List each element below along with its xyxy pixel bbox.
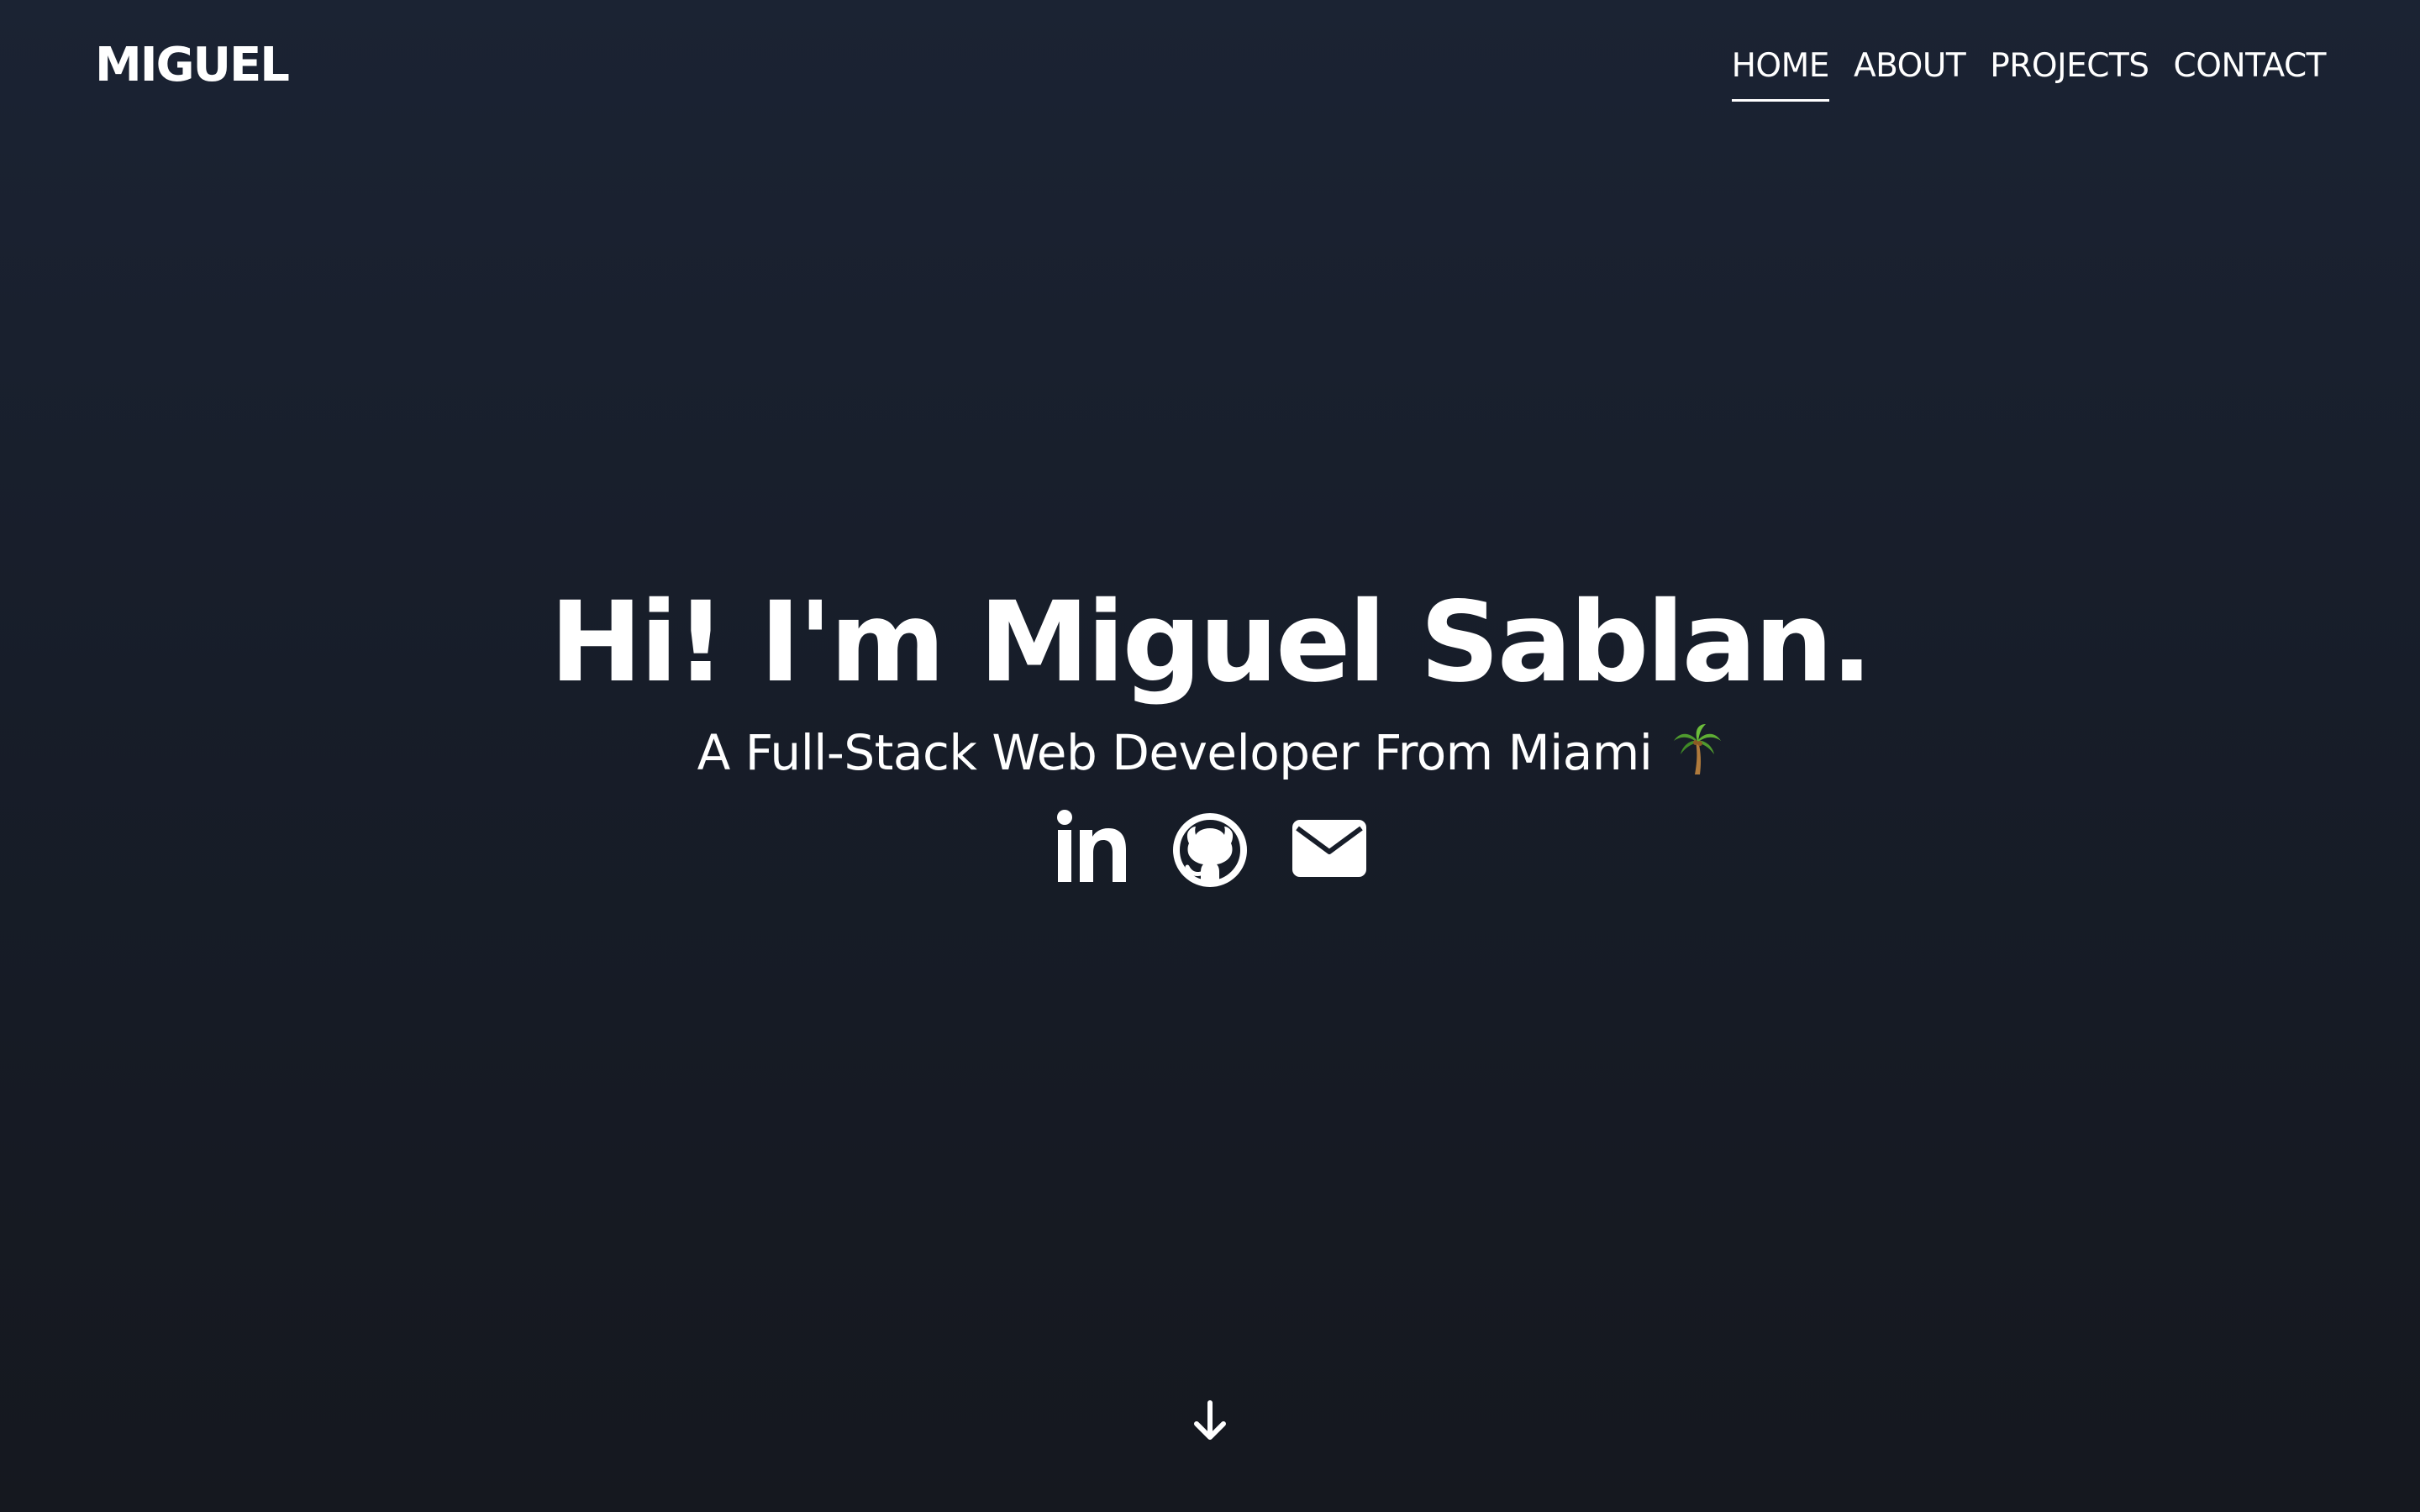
navbar: MIGUEL HOME ABOUT PROJECTS CONTACT	[0, 0, 2420, 134]
nav-home[interactable]: HOME	[1731, 42, 1829, 102]
mail-icon[interactable]	[1291, 810, 1368, 887]
github-icon[interactable]	[1171, 810, 1249, 887]
linkedin-icon[interactable]	[1052, 810, 1129, 887]
hero-section: Hi! I'm Miguel Sablan. A Full-Stack Web …	[0, 571, 2420, 887]
nav-links: HOME ABOUT PROJECTS CONTACT	[1731, 42, 2327, 102]
site-logo[interactable]: MIGUEL	[95, 35, 290, 96]
scroll-down-arrow-icon[interactable]	[1190, 1399, 1230, 1443]
hero-subtitle: A Full-Stack Web Developer From Miami	[697, 724, 1653, 781]
social-links	[0, 810, 2420, 887]
nav-about[interactable]: ABOUT	[1854, 42, 1966, 102]
hero-title: Hi! I'm Miguel Sablan.	[550, 578, 1873, 707]
hero-subtitle-row: A Full-Stack Web Developer From Miami	[0, 719, 2420, 786]
nav-contact[interactable]: CONTACT	[2174, 42, 2327, 102]
nav-projects[interactable]: PROJECTS	[1990, 42, 2149, 102]
palm-tree-icon	[1672, 722, 1723, 776]
